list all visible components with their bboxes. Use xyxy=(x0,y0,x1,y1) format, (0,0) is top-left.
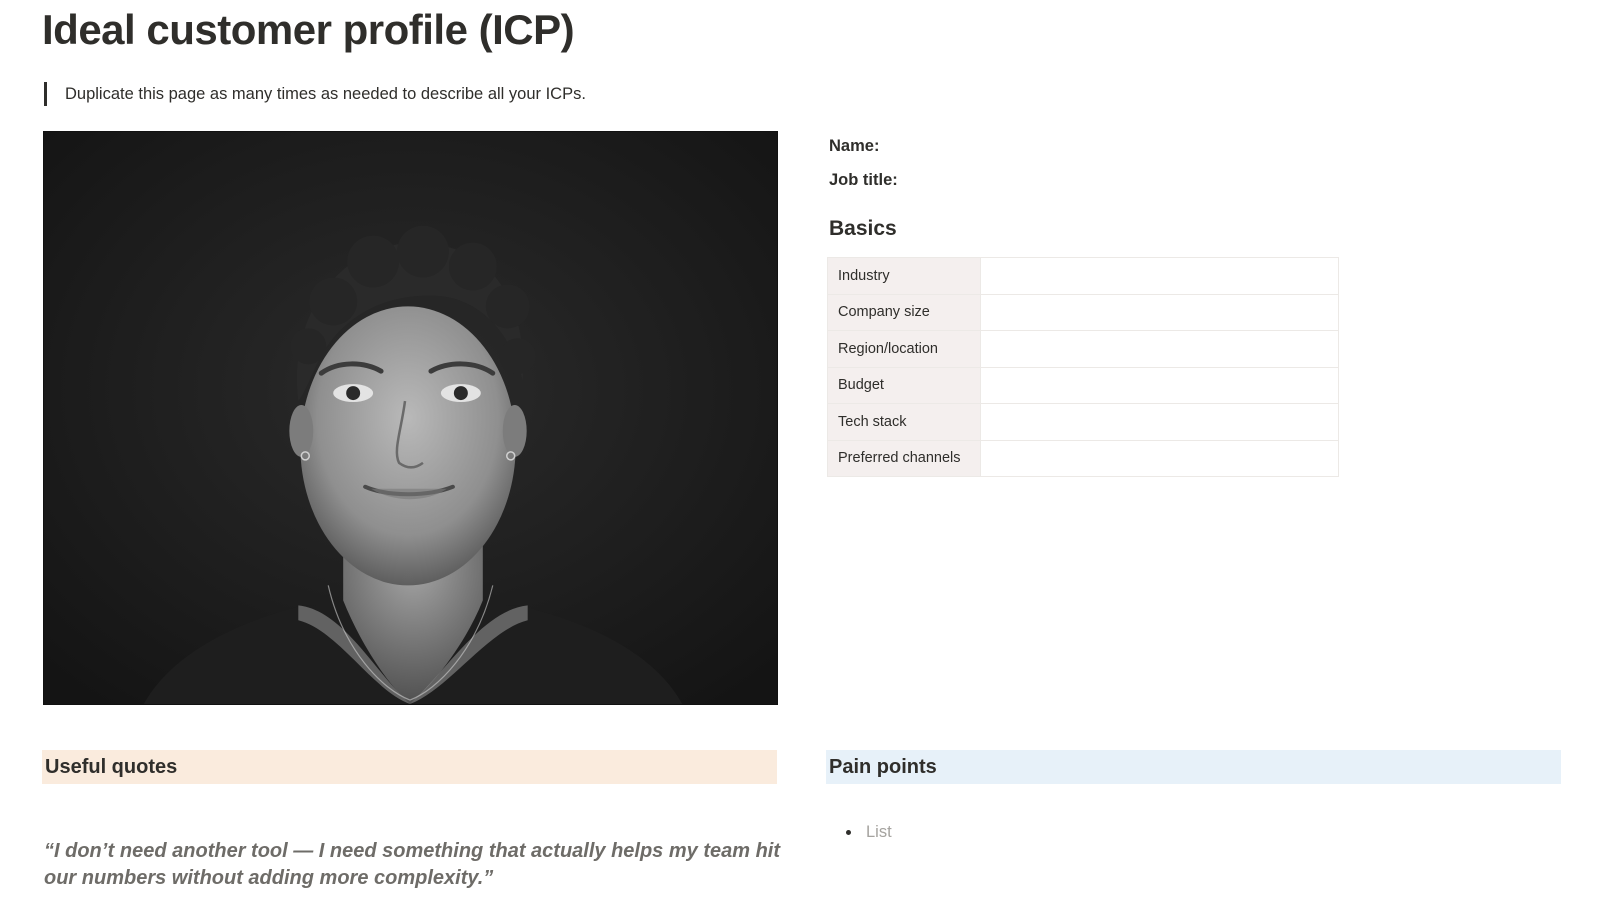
notion-page: Ideal customer profile (ICP) Duplicate t… xyxy=(0,0,1600,913)
basics-value-cell[interactable] xyxy=(980,439,1339,477)
pain-points-heading[interactable]: Pain points xyxy=(826,750,1561,784)
callout-text: Duplicate this page as many times as nee… xyxy=(65,85,586,103)
table-row: Budget xyxy=(827,366,1339,404)
basics-heading[interactable]: Basics xyxy=(829,217,897,241)
job-title-field[interactable]: Job title: xyxy=(829,171,898,190)
table-row: Region/location xyxy=(827,330,1339,368)
list-item[interactable]: List xyxy=(862,823,892,842)
pain-points-list: List xyxy=(862,823,892,842)
job-title-label: Job title: xyxy=(829,171,898,189)
portrait-photo-icon xyxy=(44,132,777,704)
basics-value-cell[interactable] xyxy=(980,366,1339,404)
profile-photo[interactable] xyxy=(43,131,778,705)
basics-value-cell[interactable] xyxy=(980,257,1339,295)
quote-callout[interactable]: Duplicate this page as many times as nee… xyxy=(44,82,586,106)
basics-value-cell[interactable] xyxy=(980,330,1339,368)
basics-key-cell[interactable]: Company size xyxy=(827,293,981,331)
basics-key-cell[interactable]: Budget xyxy=(827,366,981,404)
table-row: Industry xyxy=(827,257,1339,295)
basics-value-cell[interactable] xyxy=(980,293,1339,331)
basics-key-cell[interactable]: Region/location xyxy=(827,330,981,368)
table-row: Preferred channels xyxy=(827,439,1339,477)
basics-value-cell[interactable] xyxy=(980,403,1339,441)
basics-key-cell[interactable]: Preferred channels xyxy=(827,439,981,477)
table-row: Company size xyxy=(827,293,1339,331)
basics-key-cell[interactable]: Industry xyxy=(827,257,981,295)
name-label: Name: xyxy=(829,137,880,155)
useful-quotes-heading[interactable]: Useful quotes xyxy=(42,750,777,784)
customer-quote[interactable]: “I don’t need another tool — I need some… xyxy=(44,838,784,892)
name-field[interactable]: Name: xyxy=(829,137,879,156)
basics-key-cell[interactable]: Tech stack xyxy=(827,403,981,441)
page-title[interactable]: Ideal customer profile (ICP) xyxy=(42,6,575,54)
table-row: Tech stack xyxy=(827,403,1339,441)
basics-table: Industry Company size Region/location Bu… xyxy=(827,257,1339,477)
